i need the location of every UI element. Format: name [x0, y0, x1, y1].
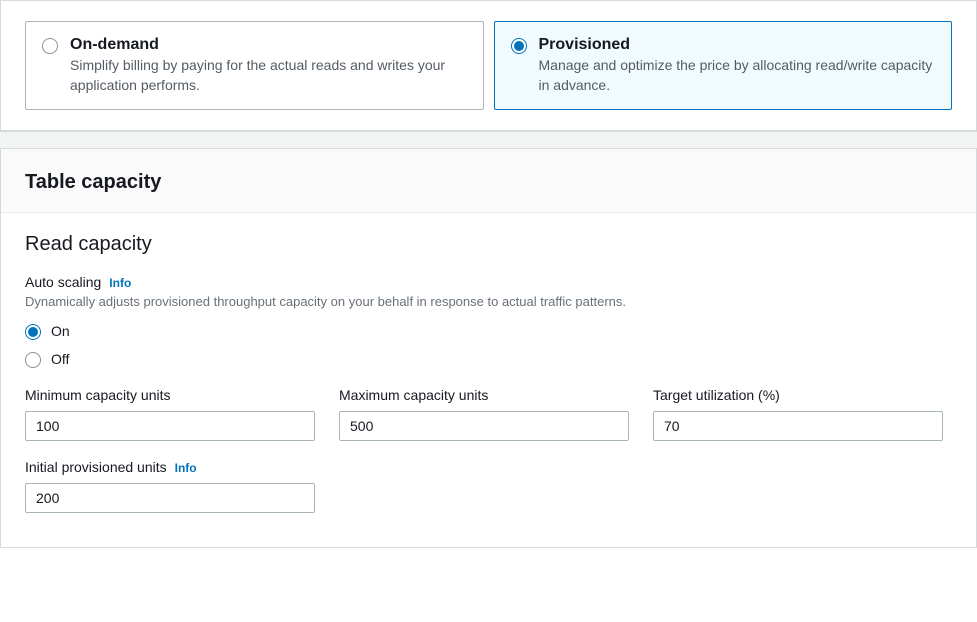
target-utilization-input[interactable] [653, 411, 943, 441]
capacity-mode-on-demand[interactable]: On-demand Simplify billing by paying for… [25, 21, 484, 110]
max-units-label: Maximum capacity units [339, 387, 629, 403]
min-units-label: Minimum capacity units [25, 387, 315, 403]
auto-scaling-info-link[interactable]: Info [109, 276, 131, 290]
provisioned-title: Provisioned [539, 36, 936, 54]
auto-scaling-off-label: Off [51, 351, 69, 367]
target-utilization-label: Target utilization (%) [653, 387, 943, 403]
capacity-mode-provisioned[interactable]: Provisioned Manage and optimize the pric… [494, 21, 953, 110]
on-demand-description: Simplify billing by paying for the actua… [70, 56, 467, 95]
auto-scaling-off-option[interactable]: Off [25, 345, 952, 373]
auto-scaling-on-option[interactable]: On [25, 317, 952, 345]
radio-icon [25, 352, 41, 368]
read-capacity-heading: Read capacity [25, 233, 952, 256]
capacity-mode-selector: On-demand Simplify billing by paying for… [1, 1, 976, 130]
on-demand-title: On-demand [70, 36, 467, 54]
radio-icon [511, 38, 527, 54]
min-units-input[interactable] [25, 411, 315, 441]
provisioned-description: Manage and optimize the price by allocat… [539, 56, 936, 95]
auto-scaling-helper: Dynamically adjusts provisioned throughp… [25, 294, 952, 309]
auto-scaling-label: Auto scaling [25, 274, 101, 290]
initial-units-label: Initial provisioned units [25, 459, 167, 475]
radio-icon [25, 324, 41, 340]
section-divider [0, 131, 977, 149]
auto-scaling-on-label: On [51, 323, 70, 339]
initial-units-input[interactable] [25, 483, 315, 513]
table-capacity-header: Table capacity [1, 149, 976, 213]
max-units-input[interactable] [339, 411, 629, 441]
initial-units-info-link[interactable]: Info [175, 461, 197, 475]
radio-icon [42, 38, 58, 54]
table-capacity-title: Table capacity [25, 171, 952, 194]
